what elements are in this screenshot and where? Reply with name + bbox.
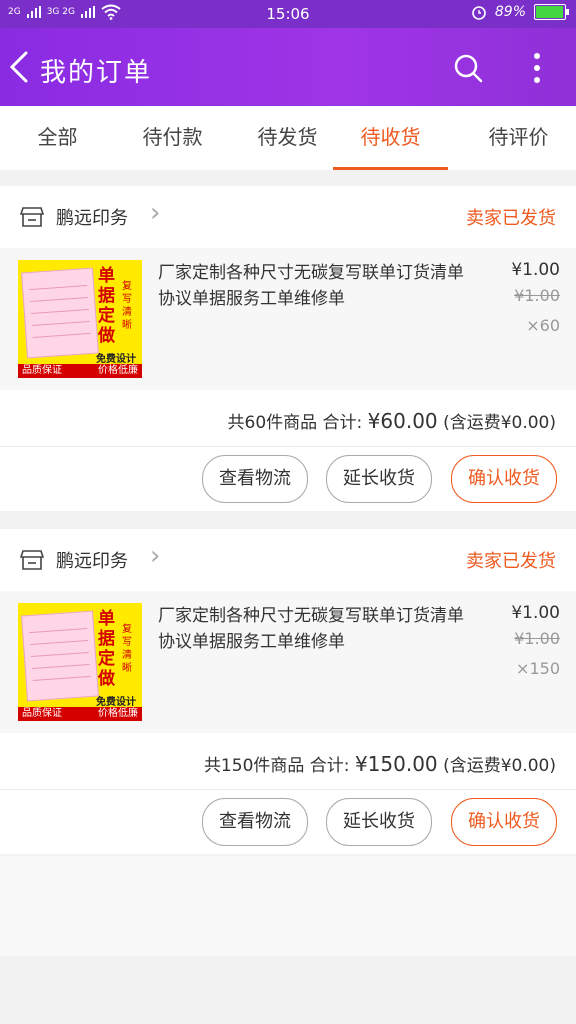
item-quantity: ×60 — [526, 316, 560, 335]
tab-label: 待付款 — [142, 125, 203, 149]
product-title: 厂家定制各种尺寸无碳复写联单订货清单协议单据服务工单维修单 — [158, 263, 464, 309]
thumb-free-design: 免费设计 — [96, 354, 136, 365]
battery-icon — [534, 4, 569, 20]
thumb-subline: 复写清晰 — [122, 281, 132, 331]
original-price: ¥1.00 — [514, 629, 560, 648]
store-icon — [20, 207, 44, 227]
product-thumbnail: 单据定做 复写清晰 免费设计 品质保证 价格低廉 — [18, 603, 142, 721]
tab-label: 全部 — [37, 125, 78, 149]
form-paper-graphic — [21, 267, 99, 359]
tab-pending-review[interactable]: 待评价 — [461, 106, 576, 170]
summary-amount: ¥150.00 — [354, 752, 438, 776]
form-paper-graphic — [21, 610, 99, 702]
summary-text: 共60件商品 合计: ¥60.00 (含运费¥0.00) — [228, 408, 557, 433]
summary-shipping: (含运费¥0.00) — [443, 756, 556, 776]
summary-amount: ¥60.00 — [367, 409, 438, 433]
tab-pending-shipment[interactable]: 待发货 — [230, 106, 345, 170]
shop-header[interactable]: 鹏远印务 › 卖家已发货 — [0, 186, 576, 248]
order-status: 卖家已发货 — [466, 208, 556, 229]
order-card: 鹏远印务 › 卖家已发货 单据定做 复写清晰 免费设计 品质保证 价格低廉 厂家… — [0, 529, 576, 854]
tab-label: 待评价 — [488, 125, 549, 149]
order-summary: 共150件商品 合计: ¥150.00 (含运费¥0.00) — [0, 733, 576, 790]
product-thumbnail: 单据定做 复写清晰 免费设计 品质保证 价格低廉 — [18, 260, 142, 378]
summary-count: 共150件商品 合计: — [203, 756, 350, 776]
confirm-receipt-button[interactable]: 确认收货 — [451, 455, 557, 503]
summary-count: 共60件商品 合计: — [227, 413, 363, 433]
status-right: 89% — [471, 4, 569, 20]
view-logistics-button[interactable]: 查看物流 — [202, 455, 308, 503]
tab-all[interactable]: 全部 — [0, 106, 115, 170]
thumb-headline: 单据定做 — [98, 609, 115, 689]
tab-active-indicator — [333, 167, 448, 170]
order-card: 鹏远印务 › 卖家已发货 单据定做 复写清晰 免费设计 品质保证 价格低廉 厂家… — [0, 186, 576, 511]
order-item[interactable]: 单据定做 复写清晰 免费设计 品质保证 价格低廉 厂家定制各种尺寸无碳复写联单订… — [0, 591, 576, 733]
alarm-icon — [472, 6, 486, 20]
search-icon[interactable] — [452, 52, 484, 84]
original-price: ¥1.00 — [514, 286, 560, 305]
status-bar: 2G 3G 2G 15:06 89% — [0, 0, 576, 28]
order-actions: 查看物流 延长收货 确认收货 — [0, 790, 576, 854]
back-arrow-icon[interactable] — [8, 50, 30, 84]
unit-price: ¥1.00 — [511, 260, 560, 280]
order-tabs: 全部 待付款 待发货 待收货 待评价 — [0, 106, 576, 170]
thumb-footer: 品质保证 价格低廉 — [18, 364, 142, 378]
tab-label: 待发货 — [257, 125, 318, 149]
page-title: 我的订单 — [40, 58, 153, 88]
battery-level — [536, 6, 563, 18]
confirm-receipt-button[interactable]: 确认收货 — [451, 798, 557, 846]
more-vertical-icon[interactable] — [527, 50, 547, 86]
thumb-footer-left: 品质保证 — [22, 365, 62, 376]
thumb-footer-right: 价格低廉 — [98, 365, 138, 376]
tab-pending-payment[interactable]: 待付款 — [115, 106, 230, 170]
product-title: 厂家定制各种尺寸无碳复写联单订货清单协议单据服务工单维修单 — [158, 606, 464, 652]
shop-name: 鹏远印务 — [56, 208, 128, 229]
thumb-subline: 复写清晰 — [122, 624, 132, 674]
extend-receipt-button[interactable]: 延长收货 — [326, 798, 432, 846]
item-quantity: ×150 — [516, 659, 560, 678]
empty-area — [0, 856, 576, 956]
shop-header[interactable]: 鹏远印务 › 卖家已发货 — [0, 529, 576, 591]
thumb-headline: 单据定做 — [98, 266, 115, 346]
shop-name: 鹏远印务 — [56, 551, 128, 572]
thumb-footer-right: 价格低廉 — [98, 708, 138, 719]
thumb-footer: 品质保证 价格低廉 — [18, 707, 142, 721]
summary-text: 共150件商品 合计: ¥150.00 (含运费¥0.00) — [204, 751, 556, 776]
chevron-right-icon: › — [150, 198, 161, 228]
header-bar: 我的订单 — [0, 28, 576, 106]
tab-pending-receipt[interactable]: 待收货 — [333, 106, 448, 170]
extend-receipt-button[interactable]: 延长收货 — [326, 455, 432, 503]
tab-label: 待收货 — [360, 125, 421, 149]
battery-percent: 89% — [494, 4, 526, 20]
order-actions: 查看物流 延长收货 确认收货 — [0, 447, 576, 511]
store-icon — [20, 550, 44, 570]
thumb-footer-left: 品质保证 — [22, 708, 62, 719]
summary-shipping: (含运费¥0.00) — [443, 413, 556, 433]
order-status: 卖家已发货 — [466, 551, 556, 572]
thumb-free-design: 免费设计 — [96, 697, 136, 708]
chevron-right-icon: › — [150, 541, 161, 571]
order-item[interactable]: 单据定做 复写清晰 免费设计 品质保证 价格低廉 厂家定制各种尺寸无碳复写联单订… — [0, 248, 576, 390]
order-summary: 共60件商品 合计: ¥60.00 (含运费¥0.00) — [0, 390, 576, 447]
view-logistics-button[interactable]: 查看物流 — [202, 798, 308, 846]
unit-price: ¥1.00 — [511, 603, 560, 623]
